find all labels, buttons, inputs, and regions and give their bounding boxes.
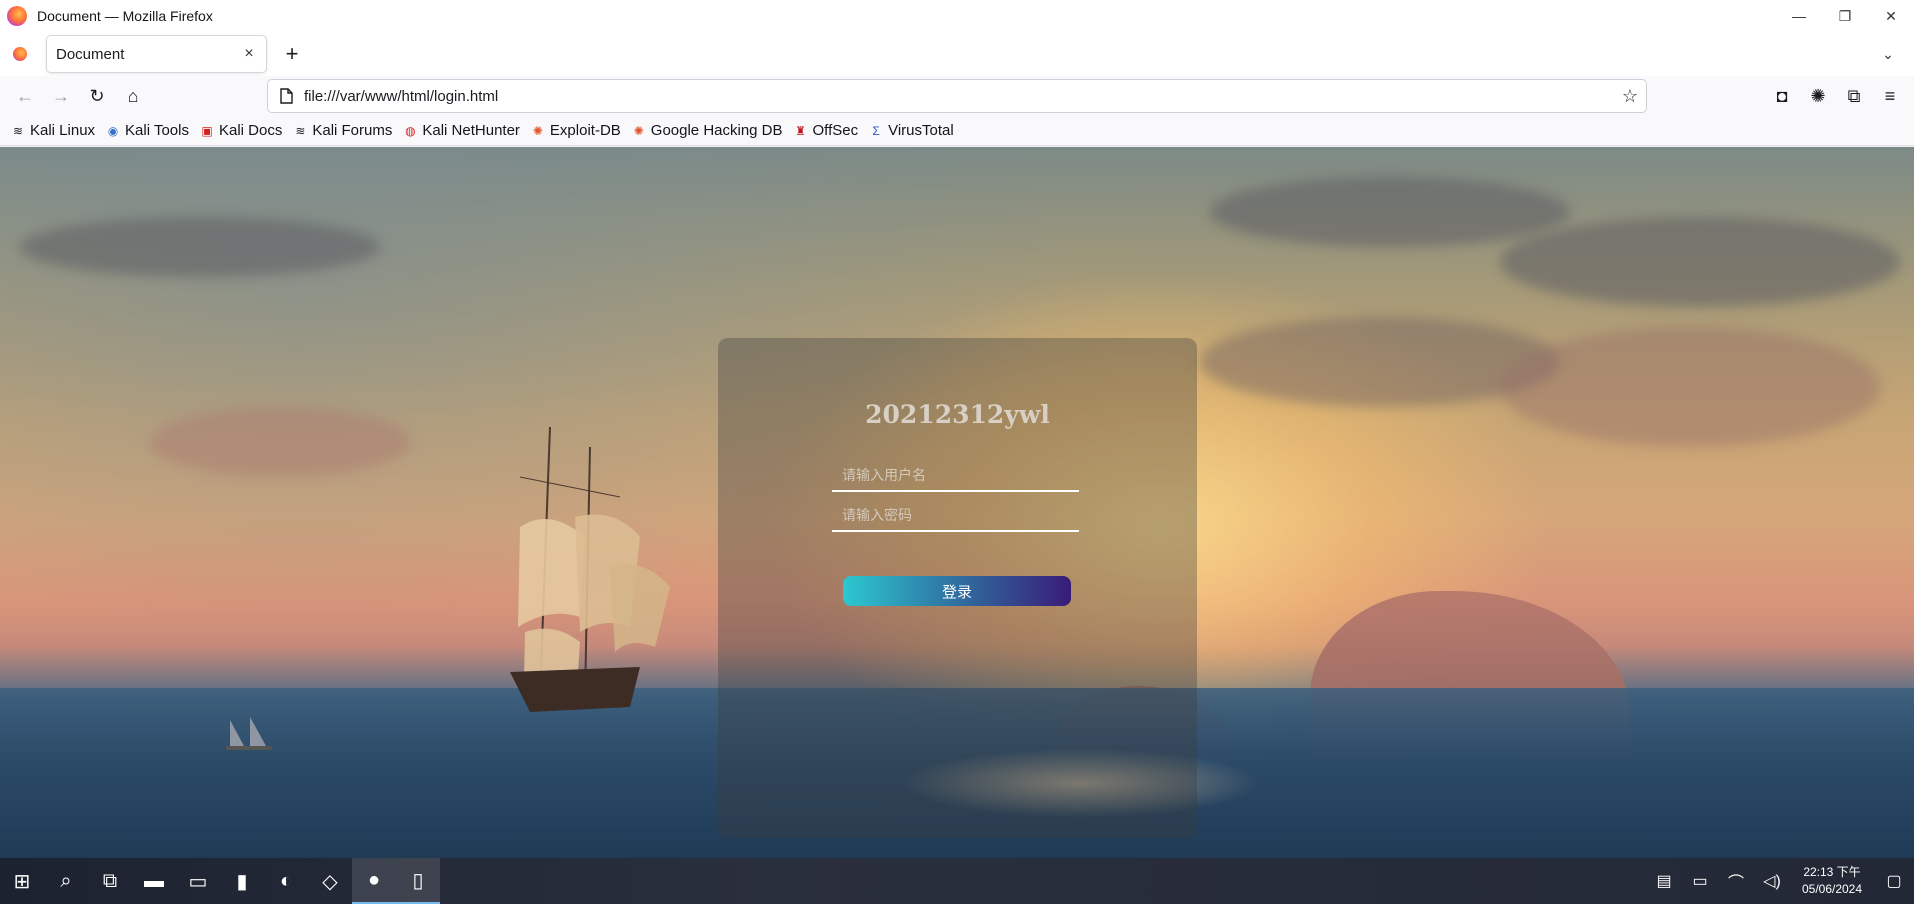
notifications-icon[interactable]: ▢ [1874,858,1914,904]
bookmark-kali-forums[interactable]: ≋ Kali Forums [292,122,392,139]
bookmark-kali-linux[interactable]: ≋ Kali Linux [10,122,95,139]
distant-ship [226,717,272,750]
folder-icon[interactable]: ▭ [176,858,220,904]
home-button[interactable]: ⌂ [115,80,151,112]
tab-bar: Document × + ⌄ [0,32,1914,76]
sailing-ship [510,426,670,712]
kali-docs-icon: ▣ [201,123,213,138]
clock-time: 22:13 下午 [1803,865,1861,879]
bookmark-star-icon[interactable]: ☆ [1622,86,1638,107]
new-tab-button[interactable]: + [280,41,304,66]
firefox-logo-icon [7,6,27,26]
page-content: 20212312ywl 登录 [0,147,1914,858]
start-icon[interactable]: ⊞ [0,858,44,904]
bookmark-label: OffSec [812,122,859,139]
page-icon [278,88,294,104]
menu-icon[interactable]: ≡ [1872,80,1908,112]
tab-document[interactable]: Document × [47,36,266,72]
close-tab-icon[interactable]: × [240,45,258,63]
bookmarks-toolbar: ≋ Kali Linux ◉ Kali Tools ▣ Kali Docs ≋ Kali Fo… [0,116,1914,146]
taskbar: ⊞ ⌕ ⧉ ▬ ▭ ▮ ◐ ◇ ● ▯ ▤ ▭ ⌒ ◁) 22:13 下午 05/06/2024 ▢ [0,858,1914,904]
cloud-shape [1500,217,1900,307]
search-icon[interactable]: ⌕ [44,858,88,904]
extensions-icon[interactable]: ⧉ [1836,80,1872,112]
notepad-icon[interactable]: ◇ [308,858,352,904]
url-bar[interactable]: file:///var/www/html/login.html ☆ [268,80,1646,112]
forward-button[interactable]: → [43,80,79,112]
bookmark-offsec[interactable]: ♜ OffSec [793,122,859,139]
clipboard-icon[interactable]: ▤ [1646,858,1682,904]
kali-forums-icon: ≋ [295,123,306,138]
bookmark-kali-nethunter[interactable]: ◍ Kali NetHunter [402,122,520,139]
bookmark-label: Kali Linux [30,122,96,139]
reload-button[interactable]: ↻ [79,80,115,112]
sticky-notes-icon[interactable]: ▯ [396,858,440,904]
kali-nethunter-icon: ◍ [405,123,416,138]
tray-icons: ▤ ▭ ⌒ ◁) [1646,858,1790,904]
google-hacking-db-icon: ✺ [633,123,644,138]
url-text[interactable]: file:///var/www/html/login.html [304,88,498,105]
bookmark-label: Kali Tools [125,122,189,139]
cloud-shape [150,407,410,477]
cloud-shape [1500,327,1880,447]
kali-dragon-icon: ≋ [12,123,24,138]
bookmark-google-hacking-db[interactable]: ✺ Google Hacking DB [631,122,783,139]
clock[interactable]: 22:13 下午 05/06/2024 [1790,858,1874,904]
offsec-icon: ♜ [795,123,806,138]
window-titlebar: Document — Mozilla Firefox — ❐ ✕ [0,0,1914,32]
login-button[interactable]: 登录 [843,576,1071,606]
bookmark-label: VirusTotal [888,122,954,139]
tab-label: Document [56,45,125,63]
login-title: 20212312ywl [865,400,1050,429]
minimize-button[interactable]: — [1776,0,1822,32]
window-controls: — ❐ ✕ [1776,0,1914,32]
account-icon[interactable]: ✺ [1800,80,1836,112]
bookmark-label: Kali NetHunter [422,122,520,139]
volume-icon[interactable]: ◁) [1754,858,1790,904]
navigation-toolbar: ← → ↻ ⌂ file:///var/www/html/login.html … [0,76,1914,116]
exploit-db-icon: ✺ [532,123,543,138]
firefox-view-icon [13,47,27,61]
username-input[interactable] [832,462,1079,492]
toolbar-right: ◘ ✺ ⧉ ≡ [1764,80,1908,112]
close-window-button[interactable]: ✕ [1868,0,1914,32]
login-card: 20212312ywl 登录 [718,338,1197,838]
cloud-shape [20,217,380,277]
firefox-view-button[interactable] [10,44,30,64]
bookmark-label: Google Hacking DB [650,122,783,139]
bookmark-label: Exploit-DB [549,122,621,139]
bookmark-kali-docs[interactable]: ▣ Kali Docs [199,122,282,139]
pocket-icon[interactable]: ◘ [1764,80,1800,112]
edge-icon[interactable]: ◐ [264,858,308,904]
file-manager-icon[interactable]: ▬ [132,858,176,904]
restore-button[interactable]: ❐ [1822,0,1868,32]
taskbar-apps: ⊞ ⌕ ⧉ ▬ ▭ ▮ ◐ ◇ ● ▯ [0,858,440,904]
kali-tools-icon: ◉ [107,123,119,138]
cloud-shape [1210,177,1570,247]
list-all-tabs-button[interactable]: ⌄ [1876,42,1900,66]
network-icon[interactable]: ⌒ [1718,858,1754,904]
display-icon[interactable]: ▭ [1682,858,1718,904]
system-tray: ▤ ▭ ⌒ ◁) 22:13 下午 05/06/2024 ▢ [1646,858,1914,904]
password-input[interactable] [832,502,1079,532]
bookmark-virustotal[interactable]: Σ VirusTotal [868,122,954,139]
bookmark-label: Kali Docs [218,122,283,139]
bookmark-exploit-db[interactable]: ✺ Exploit-DB [530,122,621,139]
clock-date: 05/06/2024 [1801,882,1863,896]
terminal-icon[interactable]: ▮ [220,858,264,904]
task-view-icon[interactable]: ⧉ [88,858,132,904]
bookmark-kali-tools[interactable]: ◉ Kali Tools [105,122,189,139]
virustotal-icon: Σ [872,123,880,138]
window-title: Document — Mozilla Firefox [37,8,213,24]
back-button[interactable]: ← [7,80,43,112]
firefox-icon[interactable]: ● [352,858,396,904]
bookmark-label: Kali Forums [312,122,393,139]
